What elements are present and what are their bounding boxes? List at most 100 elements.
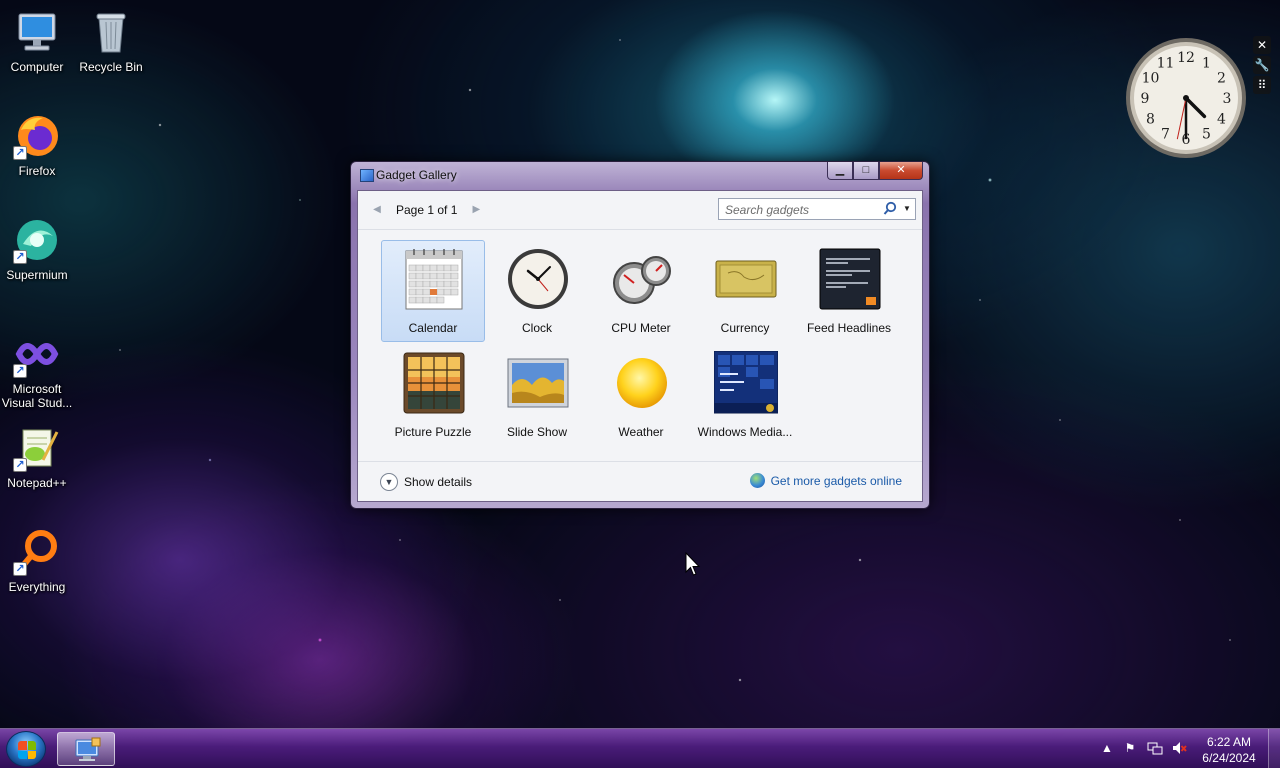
gallery-toolbar: ◀ Page 1 of 1 ▶ Search gadgets ▼ (358, 191, 922, 230)
desktop-icon-supermium[interactable]: ↗ Supermium (0, 216, 74, 282)
desktop-icon-computer[interactable]: Computer (0, 8, 74, 74)
maximize-button[interactable]: □ (853, 162, 879, 180)
search-icon[interactable] (883, 201, 897, 217)
minimize-button[interactable]: ▁ (827, 162, 853, 180)
show-desktop-button[interactable] (1268, 729, 1280, 768)
taskbar-clock[interactable]: 6:22 AM 6/24/2024 (1195, 734, 1263, 766)
gadget-tile-picture-puzzle[interactable]: Picture Puzzle (381, 344, 485, 446)
gadget-name: Calendar (408, 321, 458, 335)
gadget-tile-clock[interactable]: Clock (485, 240, 589, 342)
desktop-icon-everything[interactable]: ↗ Everything (0, 528, 74, 594)
clock-numeral: 4 (1217, 112, 1226, 128)
clock-numeral: 7 (1161, 127, 1170, 143)
clock-numeral: 1 (1202, 56, 1211, 72)
desktop-icon-label: Microsoft Visual Stud... (1, 382, 73, 410)
clock-numeral: 8 (1146, 112, 1155, 128)
desktop-icon-label: Notepad++ (7, 476, 67, 490)
firefox-icon: ↗ (13, 112, 61, 160)
desktop-icon-firefox[interactable]: ↗ Firefox (0, 112, 74, 178)
picture-puzzle-icon (402, 351, 466, 415)
supermium-icon: ↗ (13, 216, 61, 264)
wrench-icon[interactable]: 🔧 (1253, 56, 1271, 74)
everything-icon: ↗ (13, 528, 61, 576)
get-more-gadgets-label: Get more gadgets online (770, 473, 902, 488)
gallery-footer: ▼ Show details Get more gadgets online (358, 461, 922, 501)
network-icon[interactable] (1147, 740, 1163, 756)
show-details-label: Show details (404, 475, 473, 489)
taskbar-time: 6:22 AM (1206, 735, 1252, 749)
gadget-gallery-task-icon (75, 737, 101, 761)
previous-page-button[interactable]: ◀ (368, 201, 386, 219)
gadget-name: Clock (521, 321, 552, 335)
gadget-tile-windows-media[interactable]: Windows Media... (693, 344, 797, 446)
close-icon[interactable]: ✕ (1253, 36, 1271, 54)
clock-numeral: 3 (1223, 91, 1232, 107)
search-box[interactable]: Search gadgets ▼ (718, 198, 916, 220)
desktop-icon-notepadpp[interactable]: ↗ Notepad++ (0, 424, 74, 490)
gadget-name: Currency (720, 321, 770, 335)
taskbar-button-gadget-gallery[interactable] (57, 732, 115, 766)
drag-handle-icon[interactable]: ⠿ (1253, 76, 1271, 94)
gadget-tile-weather[interactable]: Weather (589, 344, 693, 446)
start-button[interactable] (6, 731, 46, 767)
recycle-bin-icon (87, 8, 135, 56)
gadget-tile-cpu-meter[interactable]: CPU Meter (589, 240, 693, 342)
pager: ◀ Page 1 of 1 ▶ (368, 199, 485, 221)
globe-icon (749, 473, 765, 488)
clock-numeral: 10 (1142, 71, 1160, 87)
desktop-icon-label: Everything (8, 580, 66, 594)
gadget-name: Feed Headlines (806, 321, 892, 335)
desktop-icon-recycle-bin[interactable]: Recycle Bin (74, 8, 148, 74)
computer-icon (13, 8, 61, 56)
shortcut-arrow-icon: ↗ (13, 146, 27, 160)
taskbar: ▲ ⚑ 6:22 AM 6/24/2024 (0, 728, 1280, 768)
gadget-tile-calendar[interactable]: Calendar (381, 240, 485, 342)
gadget-name: CPU Meter (611, 321, 671, 335)
gadget-gallery-icon (360, 169, 374, 182)
show-details-button[interactable]: ▼ Show details (380, 473, 472, 491)
chevron-down-icon: ▼ (380, 473, 398, 491)
taskbar-date: 6/24/2024 (1202, 751, 1256, 765)
volume-muted-icon[interactable] (1171, 740, 1187, 756)
gadget-name: Picture Puzzle (394, 425, 472, 439)
shortcut-arrow-icon: ↗ (13, 458, 27, 472)
currency-icon (714, 247, 778, 311)
search-dropdown-icon[interactable]: ▼ (903, 201, 915, 217)
clock-numeral: 12 (1177, 50, 1195, 66)
shortcut-arrow-icon: ↗ (13, 562, 27, 576)
windows-media-icon (713, 350, 779, 415)
next-page-button[interactable]: ▶ (467, 201, 485, 219)
calendar-icon (402, 247, 466, 311)
gadget-tile-currency[interactable]: Currency (693, 240, 797, 342)
notepadpp-icon: ↗ (13, 424, 61, 472)
gadget-tile-slide-show[interactable]: Slide Show (485, 344, 589, 446)
clock-numeral: 9 (1141, 91, 1150, 107)
shortcut-arrow-icon: ↗ (13, 250, 27, 264)
desktop-icon-label: Supermium (6, 268, 68, 282)
cpu-meter-icon (610, 247, 674, 311)
desktop-icon-visual-studio[interactable]: ↗ Microsoft Visual Stud... (0, 330, 74, 410)
action-center-flag-icon[interactable]: ⚑ (1122, 740, 1138, 756)
gadget-tile-feed-headlines[interactable]: Feed Headlines (797, 240, 901, 342)
gadget-gallery-window: Gadget Gallery ▁ □ ✕ ◀ Page 1 of 1 ▶ Sea… (350, 161, 930, 509)
show-hidden-icons-icon[interactable]: ▲ (1099, 740, 1115, 756)
clock-gadget[interactable]: 12 1 2 3 4 5 6 7 8 9 10 11 (1124, 36, 1248, 160)
weather-icon (610, 351, 674, 415)
visual-studio-icon: ↗ (13, 330, 61, 378)
clock-numeral: 2 (1217, 71, 1226, 87)
desktop-icon-label: Computer (10, 60, 64, 74)
gadget-name: Slide Show (506, 425, 568, 439)
get-more-gadgets-link[interactable]: Get more gadgets online (749, 473, 902, 488)
title-bar[interactable]: Gadget Gallery ▁ □ ✕ (351, 162, 929, 188)
clock-numeral: 5 (1202, 127, 1211, 143)
close-button[interactable]: ✕ (879, 162, 923, 180)
desktop-icon-label: Firefox (18, 164, 56, 178)
search-input[interactable]: Search gadgets (725, 203, 809, 217)
gadget-toolbar: ✕ 🔧 ⠿ (1253, 36, 1273, 96)
clock-numeral: 11 (1157, 56, 1175, 72)
clock-icon (506, 247, 570, 311)
mouse-cursor-icon (685, 552, 701, 576)
gallery-client-area: ◀ Page 1 of 1 ▶ Search gadgets ▼ Calenda… (357, 190, 923, 502)
shortcut-arrow-icon: ↗ (13, 364, 27, 378)
window-title: Gadget Gallery (376, 168, 457, 182)
